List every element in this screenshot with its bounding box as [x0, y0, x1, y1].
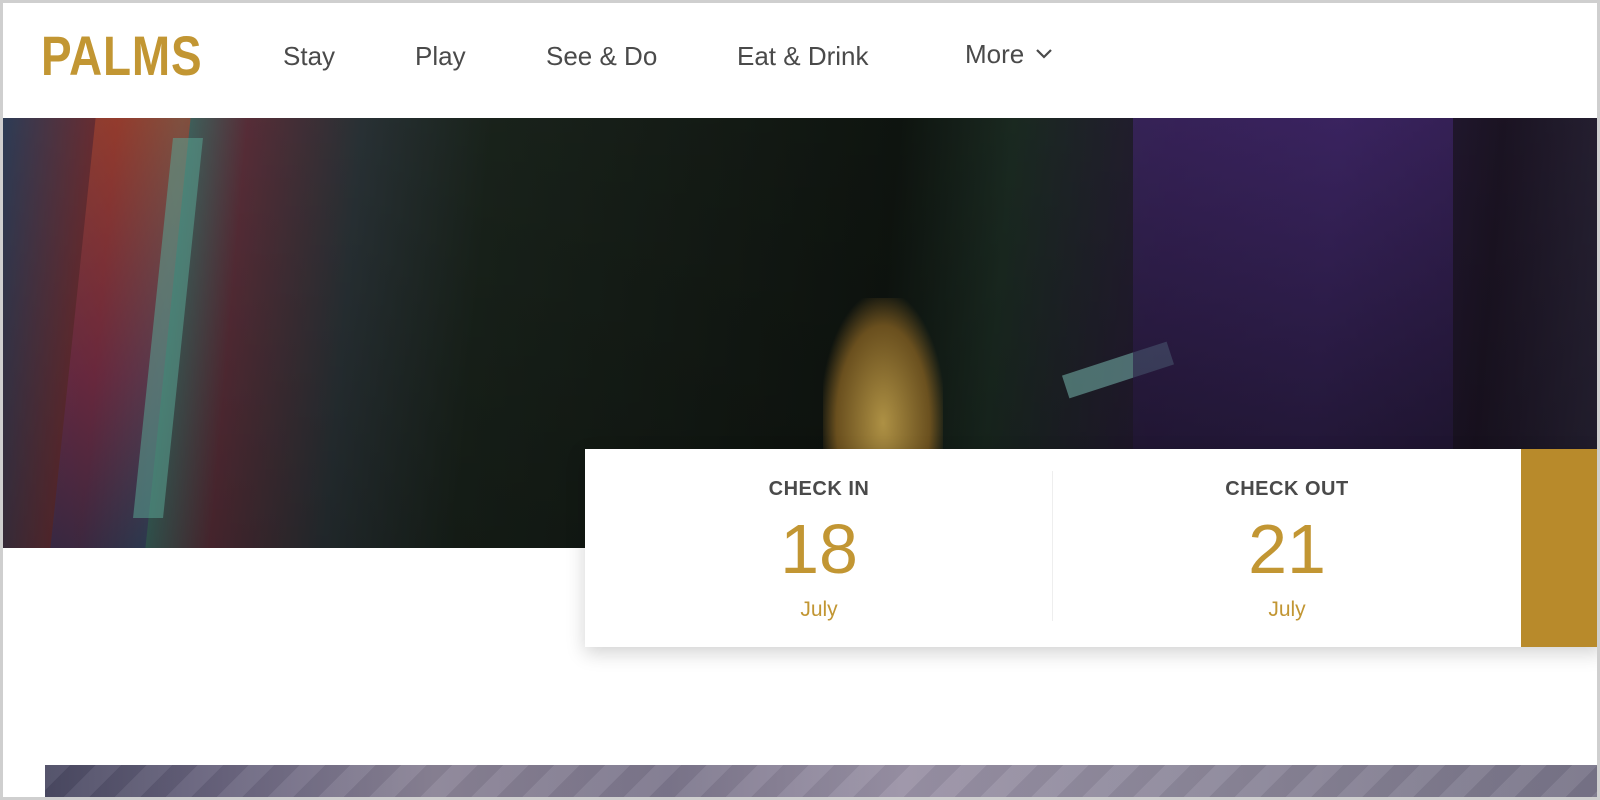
- check-in-label: CHECK IN: [768, 478, 870, 500]
- booking-widget: CHECK IN 18 July CHECK OUT 21 July: [585, 449, 1597, 647]
- check-out-month: July: [1268, 598, 1306, 621]
- site-header: PALMS Stay Play See & Do Eat & Drink Mor…: [3, 3, 1597, 115]
- nav-item-play[interactable]: Play: [415, 41, 466, 71]
- feature-image: [45, 765, 1597, 797]
- chevron-down-icon: [1036, 49, 1053, 59]
- palms-logo[interactable]: PALMS: [41, 25, 202, 87]
- nav-item-stay[interactable]: Stay: [283, 41, 335, 71]
- nav-more-label: More: [965, 39, 1025, 69]
- check-out-label: CHECK OUT: [1225, 478, 1349, 500]
- check-out-day: 21: [1248, 510, 1326, 588]
- nav-more-dropdown[interactable]: More: [965, 39, 1054, 69]
- check-in-picker[interactable]: CHECK IN 18 July: [585, 449, 1053, 647]
- check-in-day: 18: [780, 510, 858, 588]
- check-out-picker[interactable]: CHECK OUT 21 July: [1053, 449, 1521, 647]
- nav-item-see-and-do[interactable]: See & Do: [546, 41, 657, 71]
- nav-item-eat-and-drink[interactable]: Eat & Drink: [737, 41, 869, 71]
- browser-viewport: PALMS Stay Play See & Do Eat & Drink Mor…: [0, 0, 1600, 800]
- book-now-button[interactable]: [1521, 449, 1597, 647]
- check-in-month: July: [800, 598, 838, 621]
